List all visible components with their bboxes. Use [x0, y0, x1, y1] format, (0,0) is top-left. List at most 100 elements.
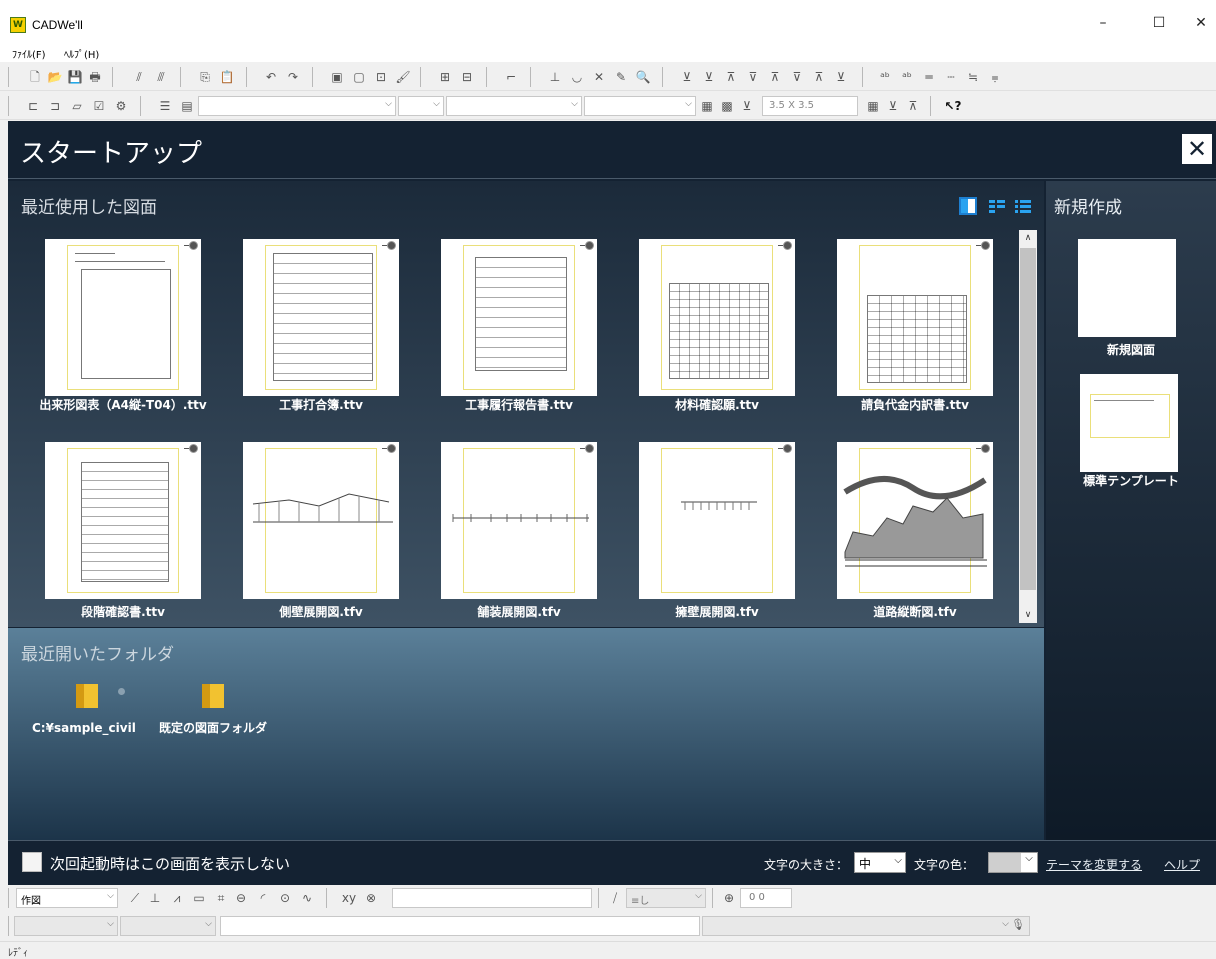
print-icon[interactable]: 🖶 [86, 68, 104, 86]
cross-icon[interactable]: ✕ [590, 68, 608, 86]
line-tool-icon[interactable]: ⟋ [126, 889, 144, 907]
line-style-icon[interactable]: ═ [920, 68, 938, 86]
pen-icon[interactable]: ✎ [612, 68, 630, 86]
maximize-button[interactable]: ☐ [1136, 8, 1182, 38]
ellipse-tool-icon[interactable]: ⊙ [276, 889, 294, 907]
snap-off-icon[interactable]: ⊗ [362, 889, 380, 907]
line-style3-icon[interactable]: ≒ [964, 68, 982, 86]
new-drawing-label[interactable]: 新規図面 [1046, 341, 1216, 358]
undo-icon[interactable]: ↶ [262, 68, 280, 86]
change-theme-link[interactable]: テーマを変更する [1046, 856, 1142, 873]
command-input[interactable] [220, 916, 700, 936]
hatch2-icon[interactable]: ⫻ [152, 68, 170, 86]
brush-icon[interactable]: 🖌 [394, 68, 412, 86]
window-icon[interactable]: ▢ [350, 68, 368, 86]
new-file-icon[interactable]: 🗋 [26, 68, 44, 86]
linewidth-dropdown[interactable]: ⌵ [584, 96, 696, 116]
recent-file-thumbnail[interactable] [441, 239, 597, 396]
sxf-icon[interactable]: ▱ [68, 97, 86, 115]
snap-icon[interactable]: ⊻ [884, 97, 902, 115]
unit-dropdown[interactable]: ⌵ [14, 916, 118, 936]
arc-icon[interactable]: ◡ [568, 68, 586, 86]
recent-file-name[interactable]: 請負代金内訳書.ttv [820, 397, 1010, 413]
coordinate-input[interactable] [392, 888, 592, 908]
recent-file-thumbnail[interactable] [837, 239, 993, 396]
scrollbar-thumb[interactable] [1020, 248, 1036, 590]
line-style4-icon[interactable]: ⩦ [986, 68, 1004, 86]
layer-list-icon[interactable]: ☰ [156, 97, 174, 115]
pin-icon[interactable] [783, 241, 792, 250]
pin-icon[interactable] [118, 688, 125, 695]
recent-files-scrollbar[interactable]: ∧ ∨ [1019, 230, 1037, 623]
corner-icon[interactable]: ⌐ [502, 68, 520, 86]
dimension7-icon[interactable]: ⊼ [810, 68, 828, 86]
frame-icon[interactable]: ▣ [328, 68, 346, 86]
close-window-button[interactable]: ✕ [1178, 8, 1216, 38]
history-dropdown[interactable]: ⌵ 🎙 [702, 916, 1030, 936]
recent-file-thumbnail[interactable] [639, 239, 795, 396]
zoom-icon[interactable]: 🔍 [634, 68, 652, 86]
cad-icon[interactable]: ⊏ [24, 97, 42, 115]
recent-file-name[interactable]: 出来形図表（A4縦-T04）.ttv [28, 397, 218, 413]
recent-file-thumbnail[interactable] [837, 442, 993, 599]
open-folder-icon[interactable]: 📂 [46, 68, 64, 86]
font2-icon[interactable]: ▩ [718, 97, 736, 115]
arc-tool-icon[interactable]: ◜ [254, 889, 272, 907]
font-color-select[interactable]: ⌵ [988, 852, 1038, 873]
pin-icon[interactable] [189, 241, 198, 250]
rectangle-tool-icon[interactable]: ▭ [190, 889, 208, 907]
dimension3-icon[interactable]: ⊼ [722, 68, 740, 86]
recent-file-thumbnail[interactable] [243, 442, 399, 599]
zoom-window-icon[interactable]: ⊡ [372, 68, 390, 86]
new-drawing-thumbnail[interactable] [1078, 239, 1176, 337]
save-icon[interactable]: 💾 [66, 68, 84, 86]
help-link[interactable]: ヘルプ [1164, 856, 1200, 873]
color-dropdown[interactable]: ⌵ [398, 96, 444, 116]
folder-icon[interactable] [76, 684, 98, 708]
line-style2-icon[interactable]: ┄ [942, 68, 960, 86]
text-icon[interactable]: ᵃᵇ [876, 68, 894, 86]
layer-icon[interactable]: ⊞ [436, 68, 454, 86]
coordinate-input-icon[interactable]: xy [340, 889, 358, 907]
recent-file-name[interactable]: 工事打合簿.ttv [226, 397, 416, 413]
pin-icon[interactable] [783, 444, 792, 453]
hatch-icon[interactable]: ⫽ [130, 68, 148, 86]
recent-file-name[interactable]: 段階確認書.ttv [28, 604, 218, 620]
scroll-up-icon[interactable]: ∧ [1019, 230, 1037, 246]
detail-view-icon[interactable] [988, 197, 1006, 215]
folder-name[interactable]: C:¥sample_civil [32, 720, 142, 737]
check-icon[interactable]: ☑ [90, 97, 108, 115]
template-thumbnail[interactable] [1080, 374, 1178, 472]
pin-icon[interactable] [585, 241, 594, 250]
text2-icon[interactable]: ᵃᵇ [898, 68, 916, 86]
pin-icon[interactable] [387, 444, 396, 453]
pin-icon[interactable] [387, 241, 396, 250]
scroll-down-icon[interactable]: ∨ [1019, 607, 1037, 623]
measure-icon[interactable]: ⊥ [546, 68, 564, 86]
recent-file-name[interactable]: 側壁展開図.tfv [226, 604, 416, 620]
snap2-icon[interactable]: ⊼ [904, 97, 922, 115]
recent-file-thumbnail[interactable] [243, 239, 399, 396]
folder-name[interactable]: 既定の図面フォルダ [158, 720, 268, 737]
origin-icon[interactable]: ⊕ [720, 889, 738, 907]
polyline-tool-icon[interactable]: ⩘ [168, 889, 186, 907]
cad2-icon[interactable]: ⊐ [46, 97, 64, 115]
redo-icon[interactable]: ↷ [284, 68, 302, 86]
template-label[interactable]: 標準テンプレート [1046, 472, 1216, 489]
origin-field[interactable]: 0 0 [740, 888, 792, 908]
font-icon[interactable]: ▦ [698, 97, 716, 115]
help-pointer-icon[interactable]: ↖? [944, 97, 962, 115]
scale-field[interactable]: 3.5 X 3.5 [762, 96, 858, 116]
tile-view-icon[interactable] [959, 197, 977, 215]
perpendicular-tool-icon[interactable]: ⊥ [146, 889, 164, 907]
dimension8-icon[interactable]: ⊻ [832, 68, 850, 86]
list-view-icon[interactable] [1014, 197, 1032, 215]
scale-dropdown[interactable]: ⌵ [120, 916, 216, 936]
recent-file-name[interactable]: 材料確認願.ttv [622, 397, 812, 413]
menu-help[interactable]: ﾍﾙﾌﾟ(H) [64, 46, 99, 61]
recent-file-thumbnail[interactable] [639, 442, 795, 599]
page-icon[interactable]: ▤ [178, 97, 196, 115]
font3-icon[interactable]: ⊻ [738, 97, 756, 115]
layer2-icon[interactable]: ⊟ [458, 68, 476, 86]
dimension6-icon[interactable]: ⊽ [788, 68, 806, 86]
